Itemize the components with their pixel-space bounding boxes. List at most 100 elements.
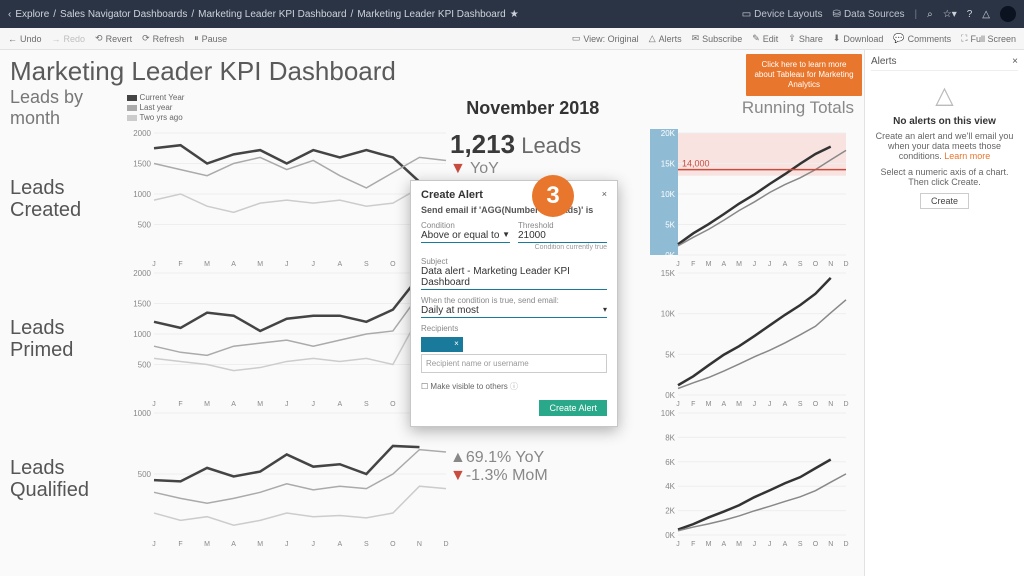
svg-text:F: F [178,541,182,548]
svg-text:J: J [312,401,316,408]
svg-text:J: J [753,261,757,268]
alerts-button[interactable]: △ Alerts [649,33,682,44]
svg-text:O: O [390,261,396,268]
breadcrumb: ‹ Explore/ Sales Navigator Dashboards/ M… [8,9,742,20]
svg-text:O: O [390,541,396,548]
data-sources-button[interactable]: ⛁ Data Sources [833,9,905,20]
threshold-input[interactable]: 21000 [518,230,607,243]
svg-text:J: J [768,261,772,268]
visible-checkbox[interactable]: ☐ Make visible to others ⓘ [421,381,607,392]
subscribe-button[interactable]: ✉ Subscribe [692,33,743,44]
subject-input[interactable]: Data alert - Marketing Leader KPI Dashbo… [421,266,607,290]
edit-button[interactable]: ✎ Edit [752,33,778,44]
svg-text:M: M [706,401,712,408]
crumb-workbook[interactable]: Marketing Leader KPI Dashboard [198,9,346,20]
svg-text:14,000: 14,000 [682,159,710,169]
svg-text:J: J [152,401,156,408]
close-icon[interactable]: × [602,189,607,205]
chart-leads-primed-monthly[interactable]: 500100015002000JFMAMJJASOND [120,269,450,409]
svg-text:1000: 1000 [133,409,151,418]
help-icon[interactable]: ? [967,9,973,20]
create-alert-submit[interactable]: Create Alert [539,400,607,416]
redo-button[interactable]: → Redo [52,33,86,44]
svg-text:M: M [204,261,210,268]
top-nav: ‹ Explore/ Sales Navigator Dashboards/ M… [0,0,1024,28]
svg-text:6K: 6K [665,458,675,467]
svg-text:15K: 15K [661,269,676,278]
svg-text:1500: 1500 [133,300,151,309]
pause-button[interactable]: ⏸ Pause [194,33,227,44]
svg-text:N: N [417,541,422,548]
svg-text:M: M [736,261,742,268]
svg-text:4K: 4K [665,482,675,491]
svg-text:F: F [691,541,695,548]
svg-text:N: N [828,541,833,548]
search-icon[interactable]: ⌕ [927,9,933,20]
svg-text:N: N [828,401,833,408]
crumb-folder[interactable]: Sales Navigator Dashboards [60,9,187,20]
chart-leads-qualified-monthly[interactable]: 5001000JFMAMJJASOND [120,409,450,549]
frequency-select[interactable]: Daily at most▾ [421,305,607,318]
svg-text:A: A [231,401,236,408]
svg-text:J: J [768,401,772,408]
svg-text:O: O [813,401,819,408]
svg-text:1000: 1000 [133,190,151,199]
condition-select[interactable]: Above or equal to▼ [421,230,510,243]
svg-text:500: 500 [138,361,152,370]
undo-button[interactable]: ← Undo [8,33,42,44]
notifications-icon[interactable]: △ [982,9,990,20]
svg-text:M: M [736,541,742,548]
svg-text:M: M [706,261,712,268]
recipient-tag[interactable] [421,337,463,352]
learn-more-link[interactable]: Learn more [944,151,990,161]
refresh-button[interactable]: ⟳ Refresh [142,33,184,44]
svg-text:5K: 5K [665,350,675,359]
svg-text:0K: 0K [665,251,675,260]
back-icon[interactable]: ‹ [8,9,11,20]
close-icon[interactable]: × [1012,56,1018,67]
svg-text:M: M [706,541,712,548]
period-label: November 2018 [466,98,660,119]
svg-text:2000: 2000 [133,269,151,278]
svg-text:A: A [783,541,788,548]
row-label-created: Leads Created [10,129,120,269]
recipients-input[interactable]: Recipient name or username [421,354,607,373]
view-original-button[interactable]: ▭ View: Original [572,33,639,44]
svg-text:A: A [231,261,236,268]
svg-text:0K: 0K [665,531,675,540]
svg-text:M: M [257,261,263,268]
step-badge: 3 [532,175,574,217]
promo-banner[interactable]: Click here to learn more about Tableau f… [746,54,862,96]
share-button[interactable]: ⇪ Share [788,33,823,44]
chart-running-created[interactable]: 0K5K10K15K20KJFMAMJJASOND14,000 [650,129,850,269]
device-layouts-button[interactable]: ▭ Device Layouts [742,9,823,20]
svg-text:S: S [364,401,369,408]
svg-text:F: F [691,261,695,268]
row-label-primed: Leads Primed [10,269,120,409]
crumb-view[interactable]: Marketing Leader KPI Dashboard [357,9,505,20]
running-totals-label: Running Totals [670,98,854,118]
download-button[interactable]: ⬇ Download [833,33,884,44]
revert-button[interactable]: ⟲ Revert [95,33,132,44]
svg-text:2000: 2000 [133,129,151,138]
svg-text:J: J [285,261,289,268]
svg-text:N: N [828,261,833,268]
crumb-explore[interactable]: Explore [15,9,49,20]
create-alert-button[interactable]: Create [920,193,969,209]
svg-text:F: F [691,401,695,408]
svg-text:10K: 10K [661,310,676,319]
fullscreen-button[interactable]: ⛶ Full Screen [961,33,1016,44]
chart-leads-created-monthly[interactable]: 500100015002000JFMAMJJASOND [120,129,450,269]
svg-text:A: A [337,541,342,548]
chart-running-primed[interactable]: 0K5K10K15KJFMAMJJASOND [650,269,850,409]
avatar[interactable] [1000,6,1016,22]
star-icon[interactable]: ★ [510,9,519,20]
create-alert-dialog: Create Alert × Send email if 'AGG(Number… [410,180,618,427]
svg-text:J: J [768,541,772,548]
favorites-icon[interactable]: ☆▾ [943,9,957,20]
svg-text:2K: 2K [665,507,675,516]
comments-button[interactable]: 💬 Comments [893,33,951,44]
svg-text:O: O [390,401,396,408]
chart-running-qualified[interactable]: 0K2K4K6K8K10KJFMAMJJASOND [650,409,850,549]
svg-text:M: M [257,541,263,548]
